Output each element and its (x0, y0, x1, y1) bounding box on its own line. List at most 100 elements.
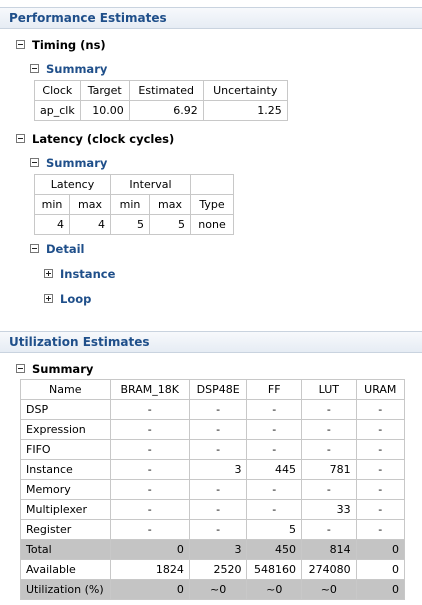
cell-dsp48e: - (188, 499, 248, 520)
cell-dsp48e: - (188, 399, 248, 420)
cell-dsp48e: ~0 (188, 579, 248, 600)
loop-node[interactable]: Loop (44, 292, 91, 306)
timing-node[interactable]: Timing (ns) (16, 38, 106, 52)
cell-name: Total (20, 539, 111, 560)
cell-lut: 814 (301, 539, 357, 560)
cell-uncertainty: 1.25 (202, 100, 288, 121)
collapse-icon[interactable] (16, 40, 25, 49)
cell-ff: 5 (246, 519, 303, 540)
cell-uram: 0 (355, 579, 406, 600)
utilization-estimates-header[interactable]: Utilization Estimates (0, 331, 422, 353)
table-row: Utilization (%) 0 ~0 ~0 ~0 0 (20, 579, 406, 600)
cell-dsp48e: - (188, 479, 248, 500)
cell-bram: - (109, 499, 190, 520)
cell-bram: - (109, 399, 190, 420)
header-name: Name (20, 379, 111, 400)
collapse-icon[interactable] (16, 364, 25, 373)
cell-ff: - (246, 479, 303, 500)
table-row: Available 1824 2520 548160 274080 0 (20, 559, 406, 580)
table-row: Expression - - - - - (20, 419, 406, 440)
utilization-summary-table: Name BRAM_18K DSP48E FF LUT URAM DSP - - - -… (20, 379, 406, 600)
loop-label: Loop (60, 292, 92, 306)
cell-dsp48e: - (188, 439, 248, 460)
timing-summary-node[interactable]: Summary (30, 62, 107, 76)
collapse-icon[interactable] (30, 64, 39, 73)
header-dsp48e: DSP48E (188, 379, 248, 400)
cell-estimated: 6.92 (128, 100, 204, 121)
cell-lut: - (301, 399, 357, 420)
table-row: FIFO - - - - - (20, 439, 406, 460)
cell-ff: 548160 (246, 559, 303, 580)
cell-dsp48e: - (188, 519, 248, 540)
cell-lut: - (301, 479, 357, 500)
utilization-summary-label: Summary (32, 362, 94, 376)
collapse-icon[interactable] (30, 244, 39, 253)
header-uncertainty: Uncertainty (202, 80, 288, 101)
collapse-icon[interactable] (30, 158, 39, 167)
sub-min: min (110, 194, 150, 215)
detail-label: Detail (46, 242, 85, 256)
timing-label: Timing (ns) (32, 38, 106, 52)
group-interval: Interval (110, 174, 191, 195)
cell-uram: - (355, 419, 406, 440)
table-row: Instance -3 445 781- (20, 459, 406, 480)
cell-name: Memory (20, 479, 111, 500)
collapse-icon[interactable] (16, 134, 25, 143)
table-row: Register - -5- - (20, 519, 406, 540)
header-clock: Clock (34, 80, 81, 101)
cell-ff: 445 (246, 459, 303, 480)
latency-summary-label: Summary (46, 156, 108, 170)
cell-dsp48e: - (188, 419, 248, 440)
cell-lut: 33 (301, 499, 357, 520)
performance-estimates-title: Performance Estimates (9, 11, 167, 25)
sub-max: max (149, 194, 191, 215)
header-lut: LUT (301, 379, 357, 400)
utilization-summary-node[interactable]: Summary (16, 362, 93, 376)
latency-label: Latency (clock cycles) (32, 132, 175, 146)
cell-uram: - (355, 459, 406, 480)
cell-interval-max: 5 (149, 214, 191, 235)
header-bram: BRAM_18K (109, 379, 190, 400)
cell-bram: 1824 (109, 559, 190, 580)
cell-ff: 450 (246, 539, 303, 560)
cell-bram: - (109, 519, 190, 540)
cell-uram: 0 (355, 539, 406, 560)
header-estimated: Estimated (128, 80, 204, 101)
cell-uram: - (355, 499, 406, 520)
timing-summary-label: Summary (46, 62, 108, 76)
cell-dsp48e: 3 (188, 539, 248, 560)
cell-name: Register (20, 519, 111, 540)
cell-uram: - (355, 439, 406, 460)
cell-bram: 0 (109, 579, 190, 600)
cell-lut: 274080 (301, 559, 357, 580)
cell-lut: - (301, 419, 357, 440)
cell-name: Instance (20, 459, 111, 480)
cell-lut: - (301, 439, 357, 460)
instance-node[interactable]: Instance (44, 267, 115, 281)
expand-icon[interactable] (44, 294, 53, 303)
sub-type: Type (190, 194, 234, 215)
performance-estimates-header[interactable]: Performance Estimates (0, 7, 422, 29)
cell-uram: - (355, 399, 406, 420)
table-row: Multiplexer - - -33- (20, 499, 406, 520)
sub-max: max (69, 194, 111, 215)
cell-latency-min: 4 (34, 214, 70, 235)
cell-ff: - (246, 439, 303, 460)
header-target: Target (79, 80, 130, 101)
latency-summary-node[interactable]: Summary (30, 156, 107, 170)
cell-uram: - (355, 519, 406, 540)
header-ff: FF (246, 379, 303, 400)
table-row: Total 0 3 450 814 0 (20, 539, 406, 560)
cell-bram: - (109, 439, 190, 460)
cell-target: 10.00 (79, 100, 130, 121)
cell-lut: 781 (301, 459, 357, 480)
detail-node[interactable]: Detail (30, 242, 85, 256)
cell-bram: 0 (109, 539, 190, 560)
latency-node[interactable]: Latency (clock cycles) (16, 132, 174, 146)
expand-icon[interactable] (44, 269, 53, 278)
cell-name: DSP (20, 399, 111, 420)
cell-ff: - (246, 399, 303, 420)
table-row: DSP - - - - - (20, 399, 406, 420)
cell-ff: ~0 (246, 579, 303, 600)
sub-min: min (34, 194, 70, 215)
